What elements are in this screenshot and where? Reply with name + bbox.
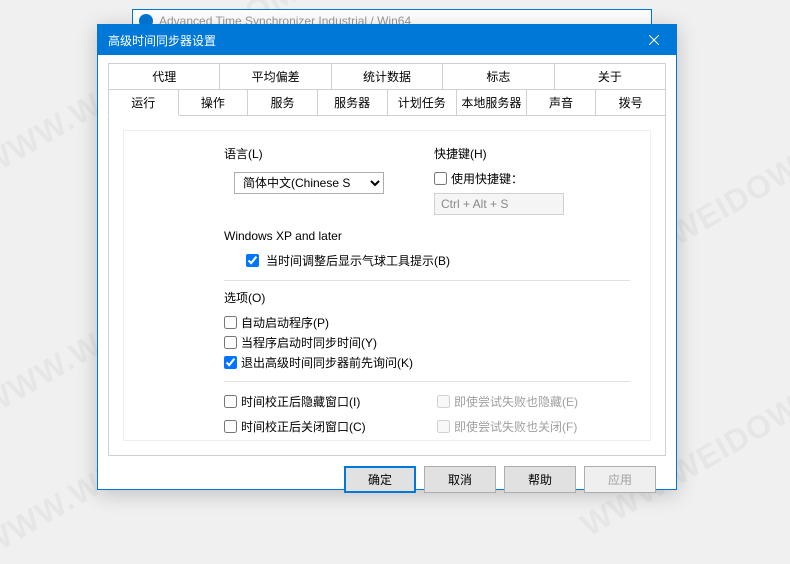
tab-run[interactable]: 运行 xyxy=(108,89,179,116)
tab-local-server[interactable]: 本地服务器 xyxy=(456,89,527,116)
cancel-button[interactable]: 取消 xyxy=(424,466,496,493)
shortcut-label: 快捷键(H) xyxy=(434,145,564,162)
use-shortcut-checkbox[interactable] xyxy=(434,172,447,185)
sync-on-start-checkbox[interactable] xyxy=(224,336,237,349)
settings-dialog: 高级时间同步器设置 代理 平均偏差 统计数据 标志 关于 运行 操作 服务 服务… xyxy=(97,24,677,490)
ok-button[interactable]: 确定 xyxy=(344,466,416,493)
confirm-exit-checkbox[interactable] xyxy=(224,356,237,369)
autostart-label: 自动启动程序(P) xyxy=(241,314,329,331)
confirm-exit-label: 退出高级时间同步器前先询问(K) xyxy=(241,354,413,371)
language-select[interactable]: 简体中文(Chinese S xyxy=(234,172,384,194)
tab-operation[interactable]: 操作 xyxy=(178,89,249,116)
dialog-title: 高级时间同步器设置 xyxy=(108,32,216,49)
sync-on-start-label: 当程序启动时同步时间(Y) xyxy=(241,334,377,351)
close-after-correct-label: 时间校正后关闭窗口(C) xyxy=(241,418,366,435)
use-shortcut-label: 使用快捷键： xyxy=(451,170,523,187)
hide-after-correct-checkbox[interactable] xyxy=(224,395,237,408)
tabs-row-top: 代理 平均偏差 统计数据 标志 关于 xyxy=(108,63,666,89)
options-label: 选项(O) xyxy=(224,289,630,306)
hide-on-fail-checkbox xyxy=(437,395,450,408)
tab-panel-run: 语言(L) 简体中文(Chinese S 快捷键(H) 使用快捷键： xyxy=(108,116,666,456)
hide-after-correct-label: 时间校正后隐藏窗口(I) xyxy=(241,393,360,410)
help-button[interactable]: 帮助 xyxy=(504,466,576,493)
close-icon xyxy=(649,35,659,45)
tabs-row-bottom: 运行 操作 服务 服务器 计划任务 本地服务器 声音 拨号 xyxy=(108,89,666,116)
tab-flags[interactable]: 标志 xyxy=(442,63,554,89)
tab-avg-offset[interactable]: 平均偏差 xyxy=(219,63,331,89)
hide-on-fail-label: 即使尝试失败也隐藏(E) xyxy=(454,393,578,410)
balloon-label: 当时间调整后显示气球工具提示(B) xyxy=(266,252,450,269)
autostart-checkbox[interactable] xyxy=(224,316,237,329)
winxp-label: Windows XP and later xyxy=(224,229,630,243)
tab-dial[interactable]: 拨号 xyxy=(595,89,666,116)
tab-schedule[interactable]: 计划任务 xyxy=(387,89,458,116)
close-after-correct-checkbox[interactable] xyxy=(224,420,237,433)
dialog-titlebar: 高级时间同步器设置 xyxy=(98,25,676,55)
tab-about[interactable]: 关于 xyxy=(554,63,666,89)
apply-button: 应用 xyxy=(584,466,656,493)
close-on-fail-label: 即使尝试失败也关闭(F) xyxy=(454,418,577,435)
tab-proxy[interactable]: 代理 xyxy=(108,63,220,89)
close-on-fail-checkbox xyxy=(437,420,450,433)
tab-stats[interactable]: 统计数据 xyxy=(331,63,443,89)
dialog-buttons: 确定 取消 帮助 应用 xyxy=(108,456,666,493)
tab-server[interactable]: 服务器 xyxy=(317,89,388,116)
tab-service[interactable]: 服务 xyxy=(247,89,318,116)
balloon-checkbox[interactable] xyxy=(246,254,259,267)
language-label: 语言(L) xyxy=(224,145,394,162)
shortcut-input xyxy=(434,193,564,215)
tab-sound[interactable]: 声音 xyxy=(526,89,597,116)
close-button[interactable] xyxy=(631,25,676,55)
